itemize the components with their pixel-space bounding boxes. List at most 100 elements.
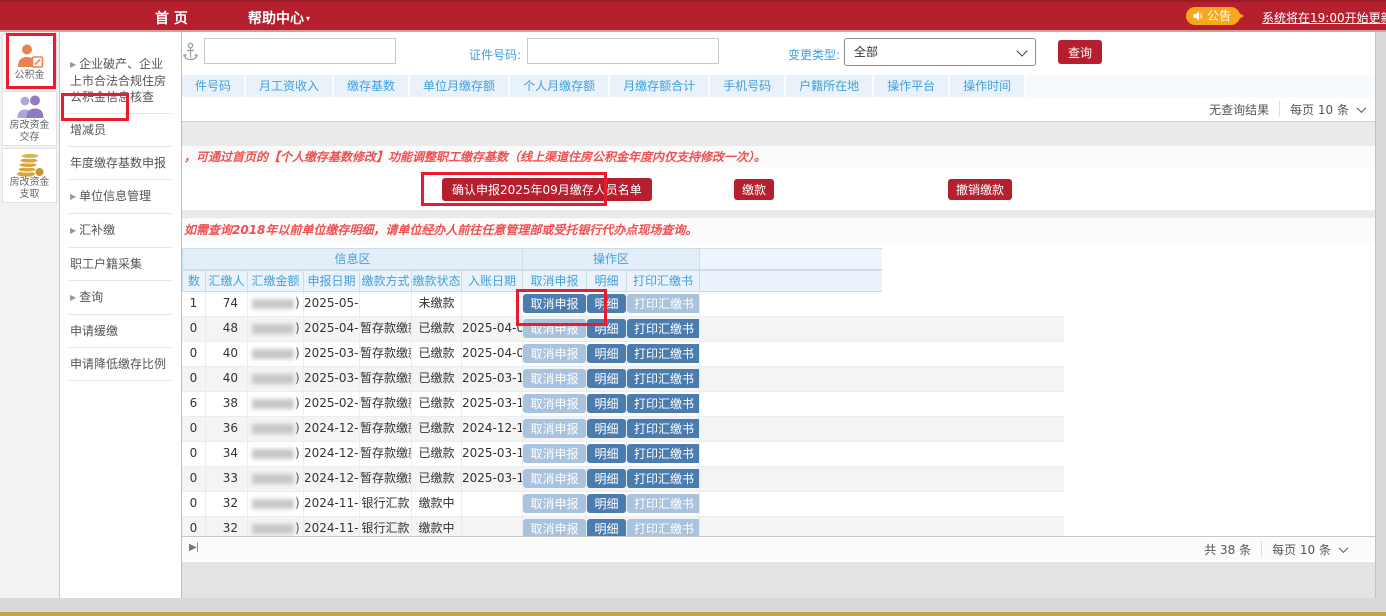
- cell-detail: 明细: [587, 342, 627, 366]
- query-button[interactable]: 查询: [1058, 40, 1102, 64]
- print-remittance-button[interactable]: 打印汇缴书: [627, 419, 700, 438]
- table-row: 033)2024-12-12暂存款缴款已缴款2025-03-14取消申报明细打印…: [182, 467, 1064, 492]
- cell-entry-date: 2024-12-18: [462, 417, 523, 441]
- menu-item-link[interactable]: ▶汇补缴: [69, 214, 171, 248]
- grid-footer: ▶| 共 38 条 每页 10 条: [182, 536, 1375, 560]
- cancel-declare-button[interactable]: 取消申报: [523, 469, 585, 488]
- menu-item-link[interactable]: 申请缓缴: [69, 315, 171, 348]
- cell-entry-date: [462, 292, 523, 316]
- menu-item-link[interactable]: 申请降低缴存比例: [69, 348, 171, 381]
- cell-count-extra: 0: [182, 367, 206, 391]
- change-type-label: 变更类型:: [788, 46, 840, 63]
- grid-column-header: 汇缴金额: [248, 270, 304, 292]
- menu-item-link[interactable]: 年度缴存基数申报: [69, 147, 171, 180]
- no-result-text: 无查询结果: [1209, 101, 1269, 118]
- confirm-declare-button[interactable]: 确认申报2025年09月缴存人员名单: [442, 178, 652, 201]
- cell-remit-amount-masked: ): [248, 417, 304, 441]
- nav-help-center[interactable]: 帮助中心▾: [248, 8, 310, 28]
- cancel-declare-button[interactable]: 取消申报: [523, 494, 585, 513]
- cancel-declare-button[interactable]: 取消申报: [523, 369, 585, 388]
- table-row: 040)2025-03-14暂存款缴款已缴款2025-03-14取消申报明细打印…: [182, 367, 1064, 392]
- cancel-declare-button[interactable]: 取消申报: [523, 444, 585, 463]
- divider: [1261, 541, 1262, 557]
- rail-item-gongjijin[interactable]: 公积金: [2, 34, 57, 89]
- detail-button[interactable]: 明细: [587, 394, 625, 413]
- cell-detail: 明细: [587, 492, 627, 516]
- detail-button[interactable]: 明细: [587, 344, 625, 363]
- section-gap: [182, 210, 1375, 218]
- system-maintenance-link[interactable]: 系统将在19:00开始更新维护: [1262, 9, 1386, 26]
- keyword-input[interactable]: [204, 38, 396, 64]
- history-query-notice: 如需查询2018年以前单位缴存明细，请单位经办人前往任意管理部或受托银行代办点现…: [182, 218, 1375, 242]
- revoke-pay-button[interactable]: 撤销缴款: [948, 179, 1012, 200]
- cell-pay-method: 暂存款缴款: [360, 417, 412, 441]
- cert-number-input[interactable]: [527, 38, 719, 64]
- masked-value: [252, 374, 294, 384]
- cell-filler: [700, 417, 882, 441]
- rail-item-label: 房改资金 支取: [10, 177, 50, 201]
- cell-remit-amount-masked: ): [248, 292, 304, 316]
- rail-item-fanggai-zhiqu[interactable]: 房改资金 支取: [2, 148, 57, 203]
- detail-button[interactable]: 明细: [587, 494, 625, 513]
- cancel-declare-button[interactable]: 取消申报: [523, 419, 585, 438]
- detail-button[interactable]: 明细: [587, 369, 625, 388]
- print-remittance-button[interactable]: 打印汇缴书: [627, 294, 700, 313]
- menu-item-link[interactable]: ▶单位信息管理: [69, 180, 171, 214]
- cell-pay-status: 已缴款: [412, 342, 462, 366]
- cell-count-extra: 1: [182, 292, 206, 316]
- cell-pay-status: 已缴款: [412, 442, 462, 466]
- cell-print: 打印汇缴书: [627, 342, 700, 366]
- top-bar: 首 页 帮助中心▾ 公告 系统将在19:00开始更新维护: [0, 0, 1386, 30]
- masked-value: [252, 499, 294, 509]
- detail-button[interactable]: 明细: [587, 319, 625, 338]
- background-grid-column-header: 个人月缴存额: [510, 75, 610, 97]
- print-remittance-button[interactable]: 打印汇缴书: [627, 394, 700, 413]
- masked-value: [252, 299, 294, 309]
- menu-item-link[interactable]: 职工户籍采集: [69, 248, 171, 281]
- print-remittance-button[interactable]: 打印汇缴书: [627, 369, 700, 388]
- pay-button[interactable]: 缴款: [734, 179, 774, 200]
- cancel-declare-button[interactable]: 取消申报: [523, 294, 585, 313]
- mask-suffix: ): [295, 471, 300, 485]
- chevron-down-icon[interactable]: [1357, 103, 1367, 113]
- detail-button[interactable]: 明细: [587, 444, 625, 463]
- print-remittance-button[interactable]: 打印汇缴书: [627, 494, 700, 513]
- cell-detail: 明细: [587, 392, 627, 416]
- right-edge-strip: [1375, 32, 1386, 616]
- cell-count-extra: 6: [182, 392, 206, 416]
- grid-column-header: 申报日期: [304, 270, 360, 292]
- change-type-select[interactable]: 全部: [844, 38, 1036, 66]
- announcement-badge: 公告: [1186, 7, 1240, 25]
- page-size-select[interactable]: 每页 10 条: [1272, 541, 1331, 558]
- print-remittance-button[interactable]: 打印汇缴书: [627, 319, 700, 338]
- detail-button[interactable]: 明细: [587, 469, 625, 488]
- cell-cancel: 取消申报: [523, 467, 587, 491]
- cell-pay-method: 暂存款缴款: [360, 467, 412, 491]
- cell-pay-method: 暂存款缴款: [360, 367, 412, 391]
- page: 首 页 帮助中心▾ 公告 系统将在19:00开始更新维护 公积金 房改资金 交存: [0, 0, 1386, 616]
- cancel-declare-button[interactable]: 取消申报: [523, 319, 585, 338]
- cell-remit-amount-masked: ): [248, 442, 304, 466]
- rail-item-label: 公积金: [15, 70, 45, 82]
- cell-pay-status: 已缴款: [412, 417, 462, 441]
- menu-item-link[interactable]: ▶企业破产、企业上市合法合规住房公积金信息核查: [69, 48, 171, 114]
- cancel-declare-button[interactable]: 取消申报: [523, 344, 585, 363]
- print-remittance-button[interactable]: 打印汇缴书: [627, 469, 700, 488]
- cell-pay-method: 暂存款缴款: [360, 442, 412, 466]
- page-size-select[interactable]: 每页 10 条: [1290, 101, 1349, 118]
- nav-home[interactable]: 首 页: [155, 8, 188, 28]
- scroll-end-icon[interactable]: ▶|: [189, 542, 198, 553]
- cancel-declare-button[interactable]: 取消申报: [523, 394, 585, 413]
- print-remittance-button[interactable]: 打印汇缴书: [627, 444, 700, 463]
- print-remittance-button[interactable]: 打印汇缴书: [627, 344, 700, 363]
- menu-item-highlighted[interactable]: 增减员: [69, 114, 171, 147]
- detail-button[interactable]: 明细: [587, 419, 625, 438]
- detail-button[interactable]: 明细: [587, 294, 625, 313]
- rail-item-fanggai-jiaocun[interactable]: 房改资金 交存: [2, 91, 57, 146]
- menu-item-link[interactable]: ▶查询: [69, 281, 171, 315]
- cell-filler: [700, 392, 882, 416]
- chevron-down-icon[interactable]: [1339, 543, 1349, 553]
- cell-remit-people: 74: [206, 292, 248, 316]
- change-type-value: 全部: [854, 45, 878, 59]
- grid-group-header: 信息区 操作区: [182, 248, 882, 270]
